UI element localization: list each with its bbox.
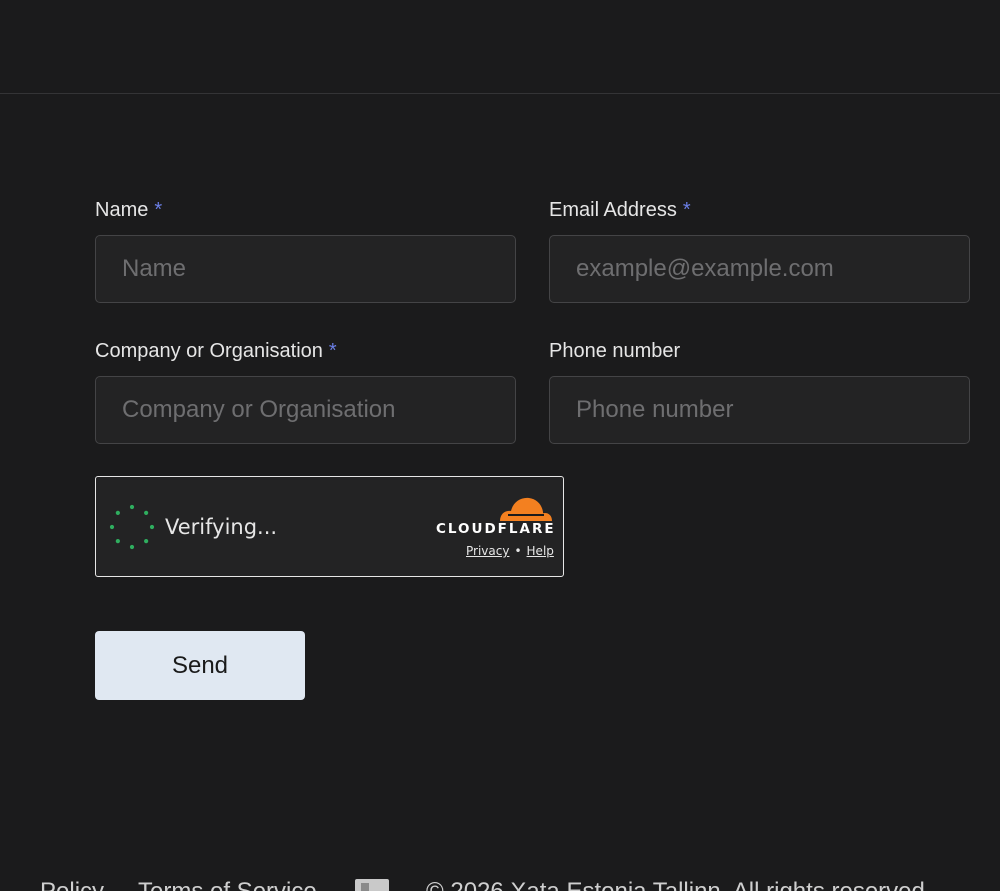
required-asterisk: * bbox=[154, 199, 163, 221]
privacy-link[interactable]: Privacy bbox=[466, 544, 509, 558]
link-separator: • bbox=[514, 544, 522, 558]
spinner-dot bbox=[129, 544, 135, 550]
captcha-status-text: Verifying... bbox=[165, 515, 278, 539]
spinner-dot bbox=[144, 539, 149, 544]
spinner-dot bbox=[109, 524, 115, 530]
send-button[interactable]: Send bbox=[95, 631, 305, 700]
footer: Policy Terms of Service © 2026 Xata Esto… bbox=[0, 872, 1000, 891]
header-divider bbox=[0, 93, 1000, 94]
footer-terms-link[interactable]: Terms of Service bbox=[138, 878, 317, 891]
footer-policy-link[interactable]: Policy bbox=[40, 878, 104, 891]
name-label: Name * bbox=[95, 198, 162, 222]
company-label: Company or Organisation * bbox=[95, 339, 337, 363]
spinner-dot bbox=[129, 504, 135, 510]
email-label: Email Address * bbox=[549, 198, 691, 222]
required-asterisk: * bbox=[682, 199, 691, 221]
email-input[interactable] bbox=[549, 235, 970, 303]
spinner-dot bbox=[115, 510, 120, 515]
captcha-links: Privacy • Help bbox=[466, 544, 554, 558]
phone-label-text: Phone number bbox=[549, 340, 681, 362]
footer-badge-icon bbox=[355, 879, 389, 891]
page: Name* Email Address* Company or Organisa… bbox=[0, 0, 1000, 891]
cloudflare-cloud-icon bbox=[500, 497, 552, 521]
loading-spinner-icon bbox=[109, 504, 155, 550]
help-link[interactable]: Help bbox=[527, 544, 554, 558]
phone-input[interactable] bbox=[549, 376, 970, 444]
spinner-dot bbox=[149, 524, 155, 530]
name-label-text: Name bbox=[95, 199, 149, 221]
cloudflare-wordmark: CLOUDFLARE bbox=[436, 521, 556, 537]
company-input[interactable] bbox=[95, 376, 516, 444]
company-label-text: Company or Organisation bbox=[95, 340, 323, 362]
footer-copyright: © 2026 Xata Estonia Tallinn. All rights … bbox=[426, 878, 932, 891]
spinner-dot bbox=[144, 510, 149, 515]
required-asterisk: * bbox=[328, 340, 337, 362]
phone-label: Phone number bbox=[549, 339, 680, 363]
name-input[interactable] bbox=[95, 235, 516, 303]
spinner-dot bbox=[115, 539, 120, 544]
email-label-text: Email Address bbox=[549, 199, 677, 221]
spinner-dots bbox=[109, 504, 155, 550]
